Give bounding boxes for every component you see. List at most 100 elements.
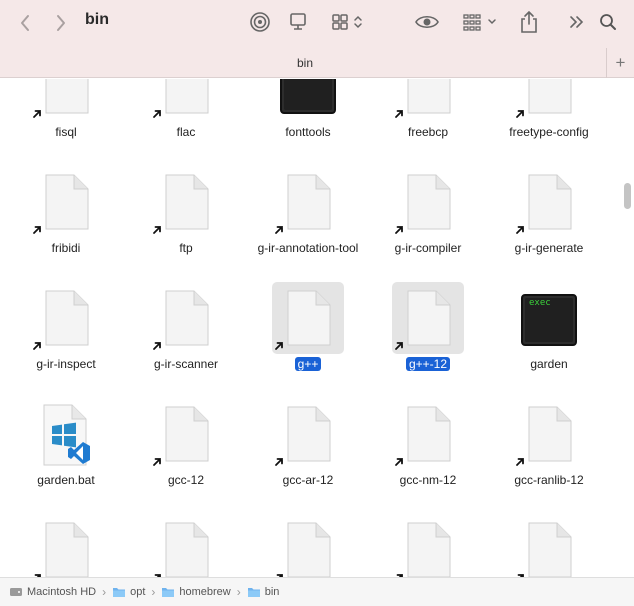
alias-arrow-icon — [152, 108, 162, 122]
file-item[interactable] — [494, 514, 604, 577]
file-name: g++ — [253, 356, 363, 372]
desktop-icon[interactable] — [286, 10, 310, 34]
document-icon — [43, 522, 89, 577]
back-icon[interactable] — [14, 12, 36, 34]
document-icon — [163, 522, 209, 577]
path-crumb-label: bin — [264, 586, 280, 598]
share-icon[interactable] — [516, 8, 542, 36]
file-item[interactable]: g-ir-scanner — [131, 282, 241, 392]
file-grid: fisql flac fonttools freebcp freetype-config… — [0, 79, 634, 577]
file-name: gcc-ar-12 — [282, 473, 334, 487]
document-icon — [285, 174, 331, 235]
document-icon — [526, 406, 572, 467]
alias-arrow-icon — [274, 456, 284, 470]
path-crumb[interactable]: Macintosh HD — [9, 586, 96, 598]
file-item[interactable] — [253, 514, 363, 577]
preview-icon[interactable] — [414, 10, 440, 34]
file-item[interactable]: g-ir-generate — [494, 166, 604, 276]
alias-arrow-icon — [32, 108, 42, 122]
alias-arrow-icon — [152, 224, 162, 238]
document-icon — [163, 290, 209, 351]
alias-arrow-icon — [394, 456, 404, 470]
file-item[interactable]: gcc-ar-12 — [253, 398, 363, 508]
folder-icon — [161, 586, 175, 598]
document-icon — [405, 290, 451, 351]
file-item[interactable]: garden.bat — [11, 398, 121, 508]
file-item[interactable]: g-ir-annotation-tool — [253, 166, 363, 276]
alias-arrow-icon — [394, 224, 404, 238]
file-name: freetype-config — [509, 125, 589, 139]
document-icon — [526, 174, 572, 235]
more-icon[interactable] — [565, 10, 589, 34]
path-separator: › — [236, 585, 241, 599]
document-icon — [405, 522, 451, 577]
terminal-exec-icon: exec — [521, 294, 577, 351]
file-name: freebcp — [407, 125, 449, 139]
file-item[interactable] — [131, 514, 241, 577]
alias-arrow-icon — [274, 340, 284, 354]
file-item[interactable]: gcc-12 — [131, 398, 241, 508]
vertical-scrollbar[interactable] — [624, 183, 631, 209]
airdrop-icon[interactable] — [248, 10, 272, 34]
document-icon — [163, 79, 209, 119]
forward-icon[interactable] — [50, 12, 72, 34]
file-item[interactable]: g++ — [253, 282, 363, 392]
alias-arrow-icon — [274, 224, 284, 238]
file-item[interactable]: gcc-ranlib-12 — [494, 398, 604, 508]
path-crumb[interactable]: opt — [112, 586, 145, 598]
group-icon[interactable] — [460, 10, 500, 34]
file-name: g++-12 — [373, 356, 483, 372]
file-item[interactable] — [11, 514, 121, 577]
file-item[interactable]: fisql — [11, 79, 121, 160]
document-icon — [285, 290, 331, 351]
path-bar: Macintosh HD › opt › homebrew › bin — [0, 577, 634, 606]
folder-icon — [112, 586, 126, 598]
vscode-bat-file-icon — [38, 404, 94, 471]
path-crumb[interactable]: homebrew — [161, 586, 231, 598]
new-tab-button[interactable]: + — [606, 48, 634, 78]
file-item[interactable]: freetype-config — [494, 79, 604, 160]
alias-arrow-icon — [515, 456, 525, 470]
search-icon[interactable] — [596, 10, 620, 34]
file-item[interactable]: gcc-nm-12 — [373, 398, 483, 508]
file-item[interactable]: fribidi — [11, 166, 121, 276]
alias-arrow-icon — [515, 224, 525, 238]
hard-drive-icon — [9, 586, 23, 598]
path-crumb-label: Macintosh HD — [27, 586, 97, 598]
file-name: g-ir-inspect — [36, 357, 96, 371]
document-icon — [285, 522, 331, 577]
file-item[interactable]: exec garden — [494, 282, 604, 392]
file-item[interactable]: g-ir-compiler — [373, 166, 483, 276]
file-item[interactable]: g-ir-inspect — [11, 282, 121, 392]
document-icon — [526, 79, 572, 119]
alias-arrow-icon — [152, 340, 162, 354]
file-name: garden.bat — [37, 473, 95, 487]
toolbar: bin — [0, 0, 634, 48]
alias-arrow-icon — [394, 108, 404, 122]
path-crumb[interactable]: bin — [247, 586, 280, 598]
file-item[interactable]: flac — [131, 79, 241, 160]
document-icon — [43, 79, 89, 119]
path-crumb-label: opt — [130, 586, 146, 598]
file-item[interactable]: fonttools — [253, 79, 363, 160]
file-name: garden — [530, 357, 568, 371]
file-item[interactable]: freebcp — [373, 79, 483, 160]
view-grid-icon[interactable] — [328, 10, 368, 34]
file-item[interactable] — [373, 514, 483, 577]
alias-arrow-icon — [152, 456, 162, 470]
file-name: gcc-nm-12 — [399, 473, 457, 487]
document-icon — [285, 406, 331, 467]
file-name: ftp — [179, 241, 193, 255]
file-name: g-ir-generate — [514, 241, 584, 255]
path-separator: › — [102, 585, 107, 599]
tab-bin[interactable]: bin — [0, 56, 610, 70]
file-item[interactable]: g++-12 — [373, 282, 483, 392]
document-icon — [163, 406, 209, 467]
path-separator: › — [151, 585, 156, 599]
file-name: g-ir-compiler — [394, 241, 462, 255]
document-icon — [405, 79, 451, 119]
file-item[interactable]: ftp — [131, 166, 241, 276]
exec-text: exec — [529, 298, 551, 308]
document-icon — [43, 290, 89, 351]
alias-arrow-icon — [32, 224, 42, 238]
